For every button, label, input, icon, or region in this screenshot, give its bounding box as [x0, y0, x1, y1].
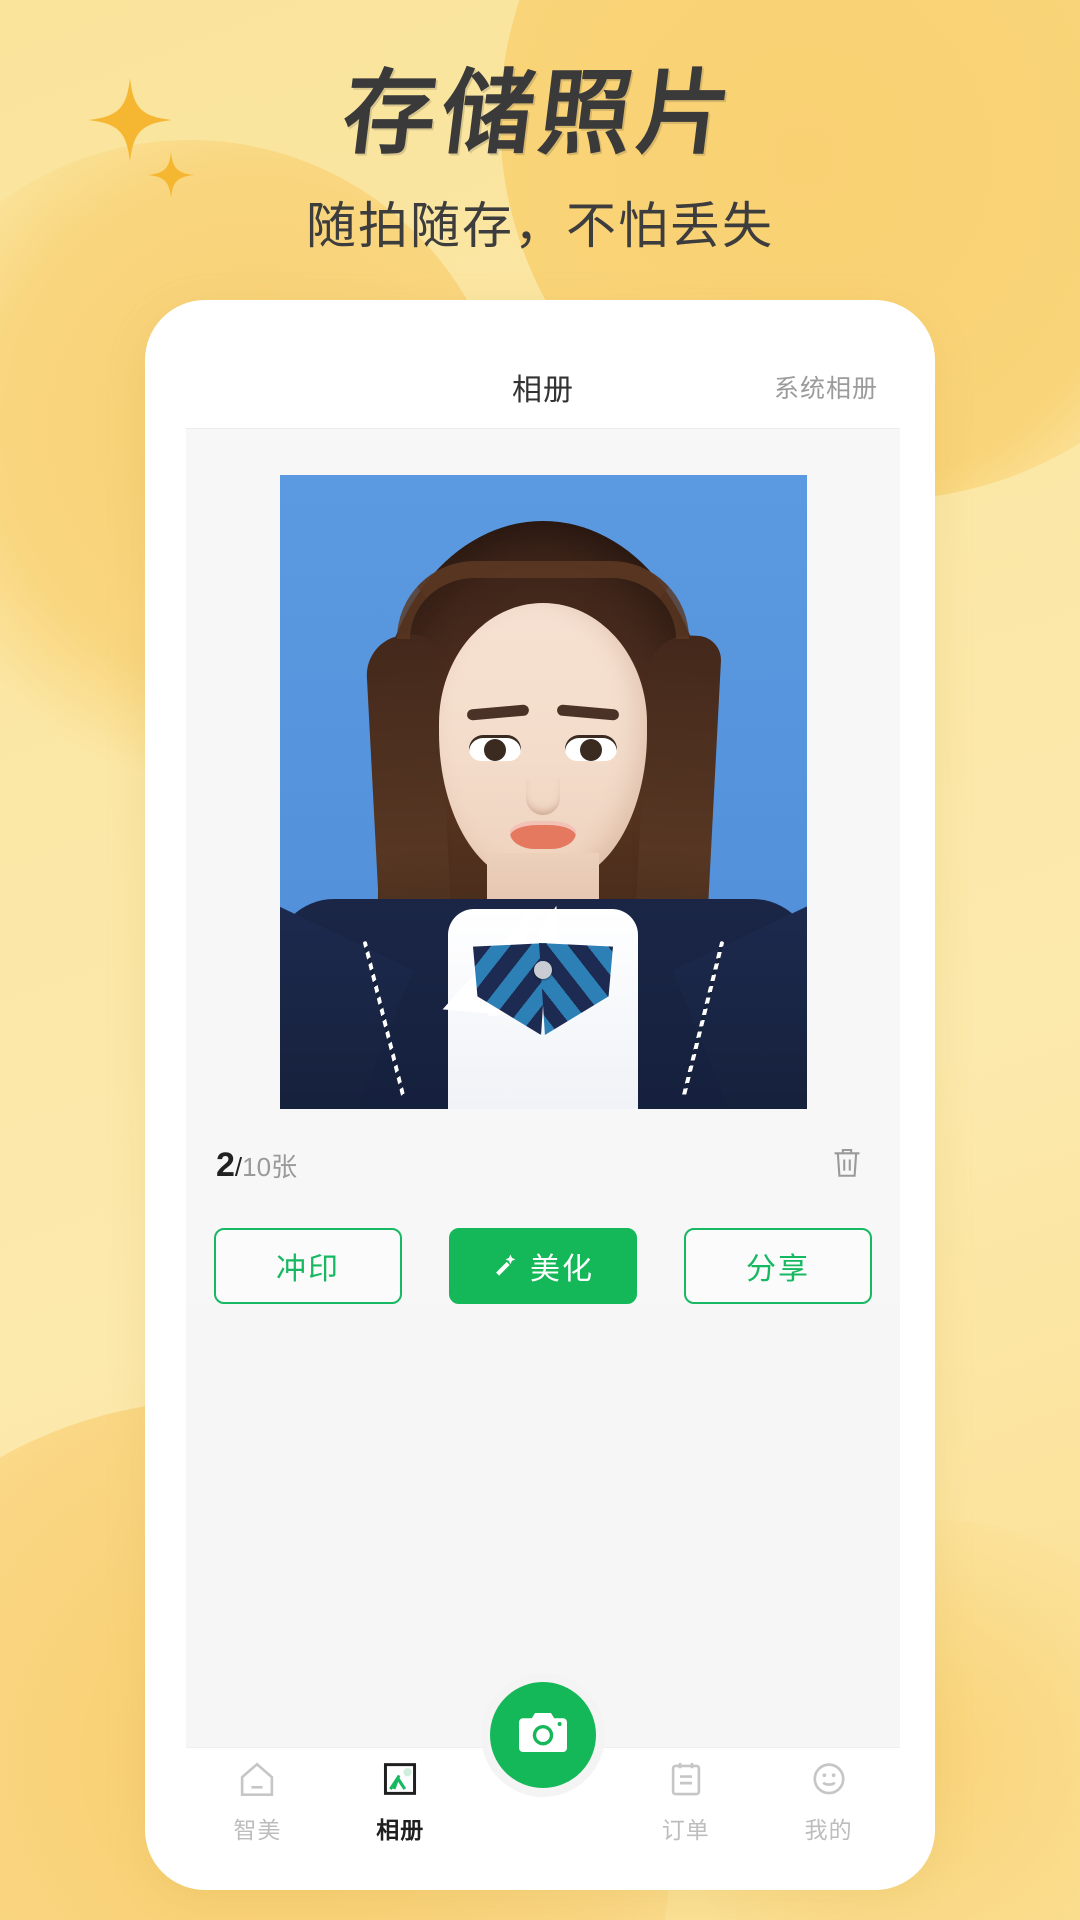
photo-background	[279, 475, 807, 1109]
tab-orders-label: 订单	[661, 1817, 710, 1843]
portrait-lapel-right	[672, 899, 807, 1109]
portrait-blazer	[279, 899, 807, 1109]
portrait-bowtie	[473, 943, 613, 1035]
page-subtitle: 随拍随存，不怕丢失	[306, 198, 774, 254]
portrait-face	[439, 603, 647, 883]
system-album-link[interactable]: 系统相册	[774, 369, 878, 405]
portrait-brow-left	[466, 704, 530, 721]
portrait-pupil-right	[580, 739, 602, 761]
trash-icon[interactable]	[824, 1139, 870, 1192]
poster-root: 存储照片 随拍随存，不怕丢失 相册 系统相册 2/10张 冲印 美化 分享 智美…	[0, 0, 1080, 1920]
photo-counter-row: 2/10张	[186, 1109, 900, 1192]
portrait-eye-right	[565, 735, 617, 761]
bowtie-left-wing	[473, 943, 547, 1035]
portrait-nose	[526, 779, 560, 815]
portrait-eye-left	[469, 735, 521, 761]
portrait-pupil-left	[484, 739, 506, 761]
print-button[interactable]: 冲印	[214, 1228, 402, 1304]
smiley-icon	[809, 1760, 849, 1803]
share-button-label: 分享	[746, 1253, 810, 1286]
tab-mine-label: 我的	[804, 1817, 853, 1843]
tab-orders[interactable]: 订单	[614, 1760, 757, 1845]
photo-counter: 2/10张	[216, 1146, 297, 1185]
camera-button[interactable]	[481, 1673, 605, 1797]
photo-preview[interactable]	[279, 475, 807, 1109]
bowtie-knot	[534, 961, 552, 979]
tab-zhimei[interactable]: 智美	[186, 1760, 329, 1845]
clipboard-icon	[666, 1760, 706, 1803]
tab-zhimei-label: 智美	[233, 1817, 282, 1843]
print-button-label: 冲印	[276, 1253, 340, 1286]
album-content: 2/10张 冲印 美化 分享	[186, 429, 900, 1304]
home-icon	[237, 1760, 277, 1803]
magic-wand-icon	[492, 1252, 520, 1280]
share-button[interactable]: 分享	[684, 1228, 872, 1304]
portrait-brow-right	[556, 704, 620, 721]
photo-icon	[380, 1760, 420, 1803]
beautify-button[interactable]: 美化	[449, 1228, 637, 1304]
photo-counter-current: 2	[216, 1146, 235, 1184]
camera-icon	[517, 1710, 569, 1761]
app-screen: 相册 系统相册 2/10张 冲印 美化 分享 智美 相册 订单 我的	[186, 345, 900, 1855]
tab-album[interactable]: 相册	[329, 1760, 472, 1845]
app-header: 相册 系统相册	[186, 345, 900, 428]
beautify-button-label: 美化	[530, 1253, 594, 1286]
portrait-lapel-left	[279, 899, 414, 1109]
phone-mockup: 相册 系统相册 2/10张 冲印 美化 分享 智美 相册 订单 我的	[145, 300, 935, 1890]
page-title: 存储照片	[337, 60, 743, 167]
tab-mine[interactable]: 我的	[757, 1760, 900, 1845]
photo-counter-total: 10张	[242, 1152, 298, 1182]
portrait-mouth	[510, 821, 576, 849]
photo-actions: 冲印 美化 分享	[186, 1192, 900, 1304]
tab-album-label: 相册	[376, 1817, 425, 1843]
bowtie-right-wing	[539, 943, 613, 1035]
